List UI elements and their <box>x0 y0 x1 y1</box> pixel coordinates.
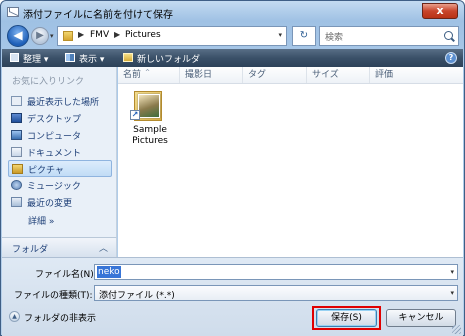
sidebar-item-computer[interactable]: コンピュータ <box>8 127 112 144</box>
sidebar-item-label: ピクチャ <box>28 166 64 176</box>
sidebar-item-label: コンピュータ <box>27 132 82 142</box>
search-placeholder: 検索 <box>325 33 344 43</box>
address-row: ◀ ▶ ▾ ▶ FMV ▶ Pictures ▾ ↻ 検索 <box>1 23 464 49</box>
forward-button[interactable]: ▶ <box>31 27 49 45</box>
folder-icon <box>63 31 73 41</box>
cancel-button[interactable]: キャンセル <box>386 309 456 327</box>
recent-pages-chevron-icon[interactable]: ▾ <box>50 32 54 40</box>
column-date-taken[interactable]: 撮影日 <box>180 67 243 83</box>
search-icon[interactable] <box>444 31 453 40</box>
resize-grip[interactable] <box>452 325 461 334</box>
sidebar-item-pictures[interactable]: ピクチャ <box>8 160 112 177</box>
file-item-label: Sample Pictures <box>126 125 174 147</box>
sidebar-item-label: ドキュメント <box>27 149 82 159</box>
recent-places-icon <box>11 96 22 106</box>
help-icon[interactable]: ? <box>445 52 457 64</box>
sidebar-item-label: 最近の変更 <box>27 199 73 209</box>
filetype-label: ファイルの種類(T): <box>14 291 93 301</box>
filetype-select[interactable]: 添付ファイル (*.*) ▾ <box>94 285 458 301</box>
photo-thumbnail-icon <box>138 94 160 118</box>
hide-folders-label: フォルダの非表示 <box>24 314 97 324</box>
documents-icon <box>11 147 22 157</box>
desktop-icon <box>11 113 22 123</box>
views-icon <box>65 53 75 62</box>
computer-icon <box>11 130 22 140</box>
breadcrumb-separator-icon[interactable]: ▶ <box>114 30 120 39</box>
sidebar-item-label: ミュージック <box>27 182 81 192</box>
filename-value[interactable]: neko <box>97 266 121 278</box>
music-icon <box>11 180 22 190</box>
folders-label: フォルダ <box>12 245 49 255</box>
recently-changed-icon <box>11 197 22 207</box>
organize-icon <box>10 53 19 62</box>
folders-expander[interactable]: フォルダ ︿ <box>2 237 117 257</box>
chevron-up-icon: ▲ <box>9 311 20 322</box>
file-list: 名前 ^ 撮影日 タグ サイズ 評価 ↗ Sample Pictures <box>118 67 463 257</box>
sidebar-item-recently-changed[interactable]: 最近の変更 <box>8 194 112 211</box>
filename-field[interactable]: neko ▾ <box>94 264 458 280</box>
chevron-down-icon[interactable]: ▾ <box>450 289 454 297</box>
window-title: 添付ファイルに名前を付けて保存 <box>23 10 173 21</box>
address-dropdown-icon[interactable]: ▾ <box>278 31 282 39</box>
close-button[interactable]: x <box>422 3 458 19</box>
breadcrumb-separator-icon[interactable]: ▶ <box>78 30 84 39</box>
filename-label: ファイル名(N): <box>35 270 97 280</box>
file-item-sample-pictures[interactable]: ↗ Sample Pictures <box>126 89 174 149</box>
save-options-area: ファイル名(N): neko ▾ ファイルの種類(T): 添付ファイル (*.*… <box>2 257 463 336</box>
chevron-down-icon[interactable]: ▾ <box>450 268 454 276</box>
file-name-line: Pictures <box>132 136 168 146</box>
sidebar-item-recent-places[interactable]: 最近表示した場所 <box>8 93 112 110</box>
new-folder-button[interactable]: 新しいフォルダ <box>137 52 200 65</box>
sort-ascending-icon: ^ <box>145 69 151 76</box>
new-folder-icon <box>123 53 133 62</box>
save-button[interactable]: 保存(S) <box>316 309 377 327</box>
column-headers: 名前 ^ 撮影日 タグ サイズ 評価 <box>118 67 463 84</box>
command-toolbar: 整理 ▾ 表示 ▾ 新しいフォルダ ? <box>2 49 463 67</box>
address-bar[interactable]: ▶ FMV ▶ Pictures ▾ <box>57 26 287 46</box>
sidebar-item-label: デスクトップ <box>27 115 82 125</box>
breadcrumb-fmv[interactable]: FMV <box>90 30 109 40</box>
organize-button[interactable]: 整理 ▾ <box>23 52 48 65</box>
back-button[interactable]: ◀ <box>7 25 29 47</box>
column-tags[interactable]: タグ <box>243 67 307 83</box>
navigation-pane: お気に入りリンク 最近表示した場所 デスクトップ コンピュータ ドキュメント ピ… <box>2 67 117 257</box>
column-size[interactable]: サイズ <box>307 67 370 83</box>
favorite-links-heading: お気に入りリンク <box>12 77 85 87</box>
chevron-up-icon: ︿ <box>98 244 108 254</box>
column-rating[interactable]: 評価 <box>370 67 463 83</box>
sidebar-item-desktop[interactable]: デスクトップ <box>8 110 112 127</box>
breadcrumb-pictures[interactable]: Pictures <box>125 30 161 40</box>
column-name[interactable]: 名前 ^ <box>118 67 180 83</box>
title-bar: 添付ファイルに名前を付けて保存 x <box>1 1 464 25</box>
envelope-icon <box>7 7 19 17</box>
search-input[interactable]: 検索 <box>319 26 459 46</box>
sidebar-item-documents[interactable]: ドキュメント <box>8 144 112 161</box>
pictures-icon <box>12 164 23 174</box>
hide-folders-button[interactable]: ▲ フォルダの非表示 <box>7 310 107 326</box>
file-name-line: Sample <box>133 125 167 135</box>
more-links-link[interactable]: 詳細 » <box>28 214 54 227</box>
shortcut-arrow-icon: ↗ <box>130 110 140 120</box>
views-button[interactable]: 表示 ▾ <box>79 52 104 65</box>
refresh-button[interactable]: ↻ <box>292 26 316 46</box>
sidebar-item-label: 最近表示した場所 <box>27 98 100 108</box>
filetype-value: 添付ファイル (*.*) <box>99 291 175 301</box>
save-attachment-dialog: 添付ファイルに名前を付けて保存 x ◀ ▶ ▾ ▶ FMV ▶ Pictures… <box>0 0 465 336</box>
sidebar-item-music[interactable]: ミュージック <box>8 177 112 194</box>
column-name-label: 名前 <box>123 70 142 80</box>
